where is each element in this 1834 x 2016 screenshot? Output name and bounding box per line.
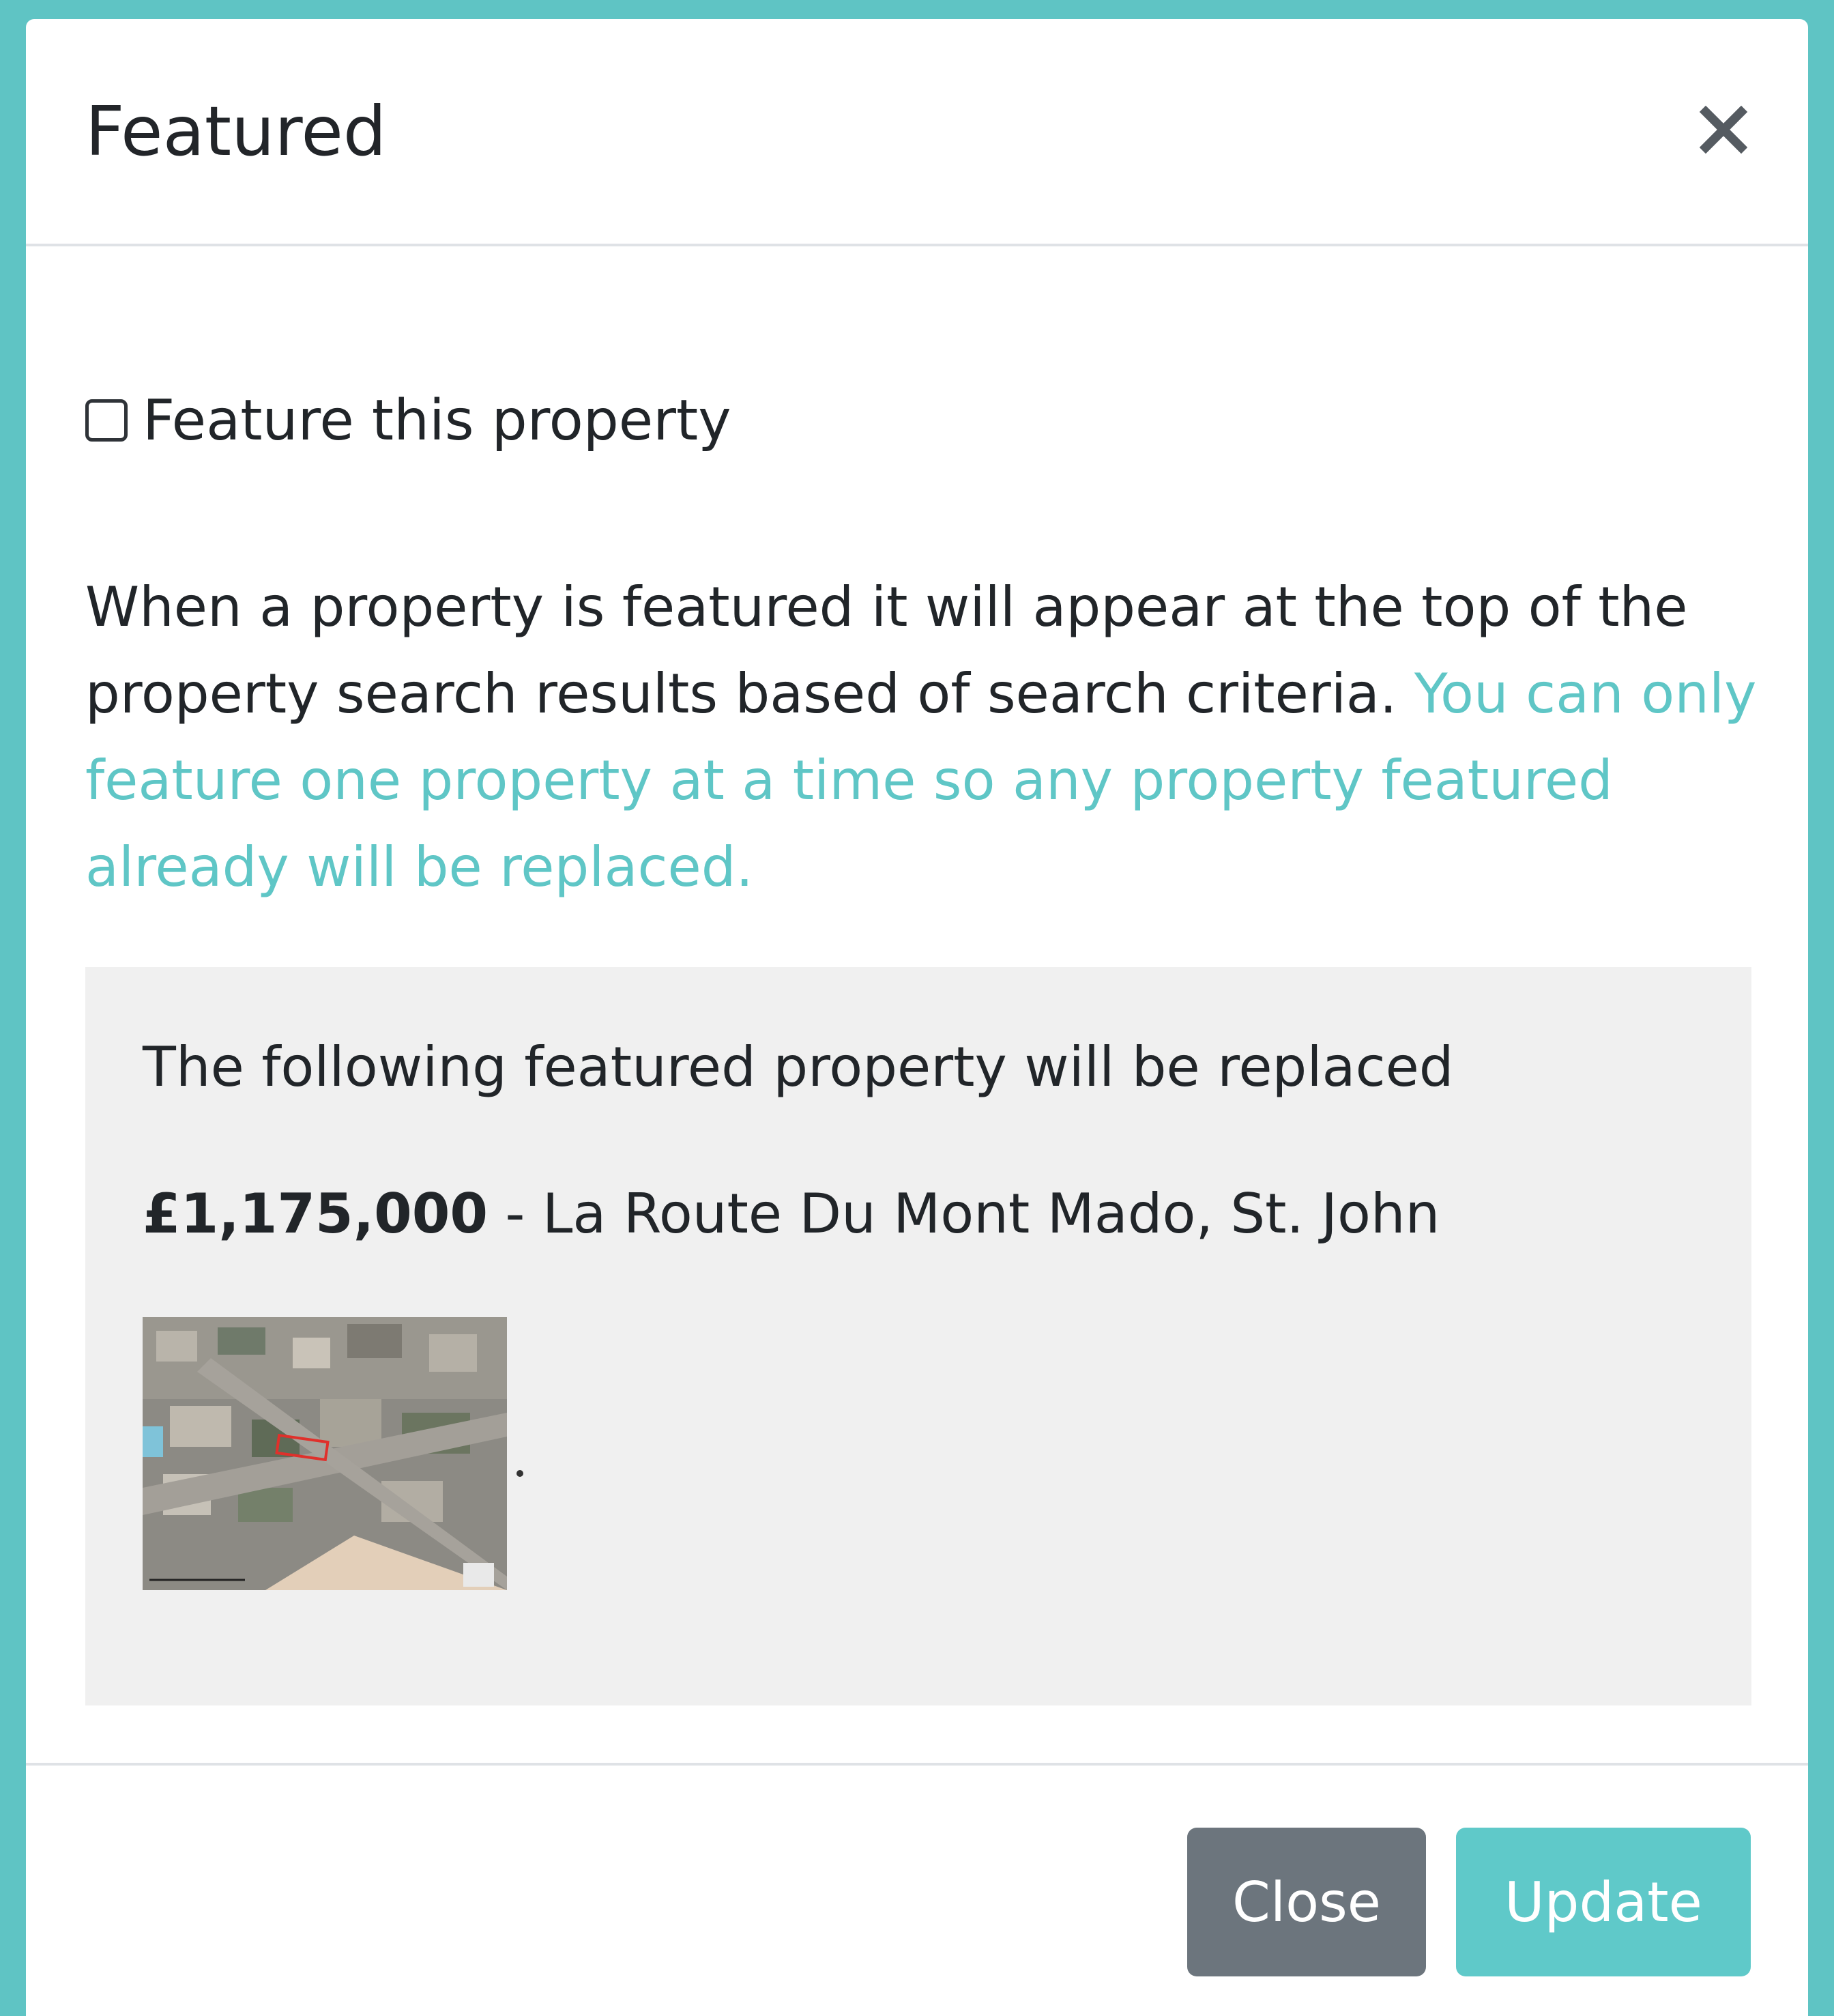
update-button[interactable]: Update bbox=[1456, 1828, 1751, 1976]
modal-footer: Close Update bbox=[26, 1763, 1808, 2016]
property-address: La Route Du Mont Mado, St. John bbox=[542, 1182, 1440, 1245]
modal-title: Featured bbox=[85, 91, 387, 171]
replaced-property-summary: £1,175,000 - La Route Du Mont Mado, St. … bbox=[143, 1182, 1440, 1245]
price-separator: - bbox=[488, 1182, 542, 1245]
featured-modal: Featured Feature this property When a pr… bbox=[26, 19, 1808, 2016]
close-button[interactable]: Close bbox=[1187, 1828, 1426, 1976]
feature-checkbox-label[interactable]: Feature this property bbox=[143, 388, 731, 453]
property-price: £1,175,000 bbox=[143, 1182, 489, 1245]
modal-header: Featured bbox=[26, 19, 1808, 246]
close-icon[interactable] bbox=[1696, 102, 1751, 157]
thumbnail-dot bbox=[516, 1470, 523, 1477]
property-aerial-thumbnail[interactable] bbox=[143, 1317, 507, 1590]
replaced-property-heading: The following featured property will be … bbox=[143, 1035, 1454, 1099]
feature-checkbox-row[interactable]: Feature this property bbox=[85, 386, 731, 455]
replaced-property-panel: The following featured property will be … bbox=[85, 967, 1751, 1705]
feature-description: When a property is featured it will appe… bbox=[85, 564, 1771, 910]
feature-checkbox[interactable] bbox=[85, 399, 128, 442]
